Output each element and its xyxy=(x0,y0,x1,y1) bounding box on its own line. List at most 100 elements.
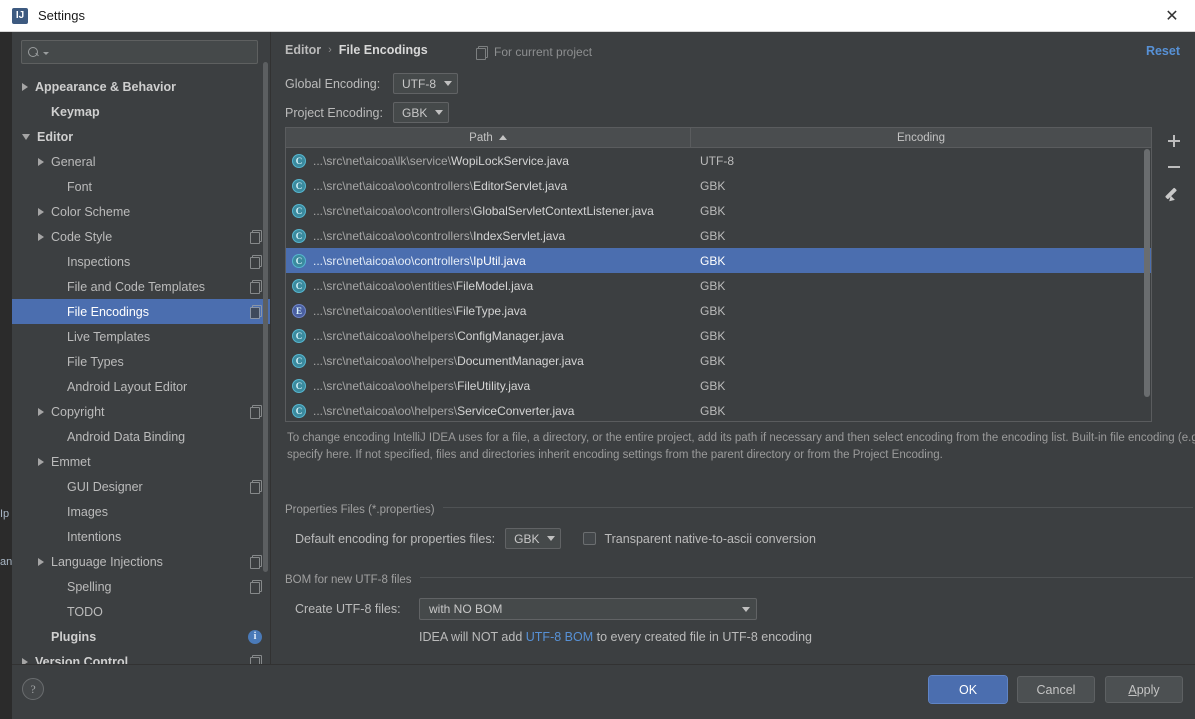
chevron-down-icon xyxy=(742,606,750,612)
edit-button[interactable] xyxy=(1161,180,1187,206)
table-cell-path: E ...\src\net\aicoa\oo\entities\FileType.… xyxy=(286,303,691,318)
ok-button[interactable]: OK xyxy=(928,675,1008,704)
sidebar-item-android-layout-editor[interactable]: Android Layout Editor xyxy=(12,374,270,399)
reset-link[interactable]: Reset xyxy=(1146,44,1180,58)
sidebar-item-android-data-binding[interactable]: Android Data Binding xyxy=(12,424,270,449)
table-row[interactable]: C ...\src\net\aicoa\oo\helpers\FileUtilit… xyxy=(286,373,1151,398)
sidebar-item-todo[interactable]: TODO xyxy=(12,599,270,624)
sidebar-item-label: General xyxy=(51,154,96,169)
table-row[interactable]: C ...\src\net\aicoa\oo\entities\FileModel… xyxy=(286,273,1151,298)
sidebar-scrollbar[interactable] xyxy=(263,62,268,572)
default-properties-encoding-select[interactable]: GBK xyxy=(505,528,562,549)
create-utf8-select[interactable]: with NO BOM xyxy=(419,598,757,620)
sidebar-item-keymap[interactable]: Keymap xyxy=(12,99,270,124)
breadcrumb-parent[interactable]: Editor xyxy=(285,43,321,57)
sidebar-item-emmet[interactable]: Emmet xyxy=(12,449,270,474)
table-cell-path: C ...\src\net\aicoa\oo\helpers\ServiceCon… xyxy=(286,403,691,418)
sidebar-item-appearance-behavior[interactable]: Appearance & Behavior xyxy=(12,74,270,99)
chevron-down-icon xyxy=(435,110,444,115)
table-row[interactable]: C ...\src\net\aicoa\oo\helpers\ConfigMana… xyxy=(286,323,1151,348)
cancel-button[interactable]: Cancel xyxy=(1017,676,1095,703)
sidebar-item-gui-designer[interactable]: GUI Designer xyxy=(12,474,270,499)
file-path-text: ...\src\net\aicoa\oo\controllers\IndexSe… xyxy=(313,229,565,243)
search-input[interactable] xyxy=(53,45,251,59)
sidebar-item-label: File Encodings xyxy=(67,304,149,319)
chevron-down-icon[interactable] xyxy=(22,133,30,140)
chevron-down-icon xyxy=(547,536,556,541)
sidebar-item-label: Copyright xyxy=(51,404,105,419)
table-row[interactable]: C ...\src\net\aicoa\oo\controllers\Editor… xyxy=(286,173,1151,198)
close-icon[interactable]: ✕ xyxy=(1149,0,1195,32)
sidebar-item-code-style[interactable]: Code Style xyxy=(12,224,270,249)
chevron-right-icon[interactable] xyxy=(22,82,28,91)
table-scrollbar[interactable] xyxy=(1144,149,1150,397)
sidebar-item-live-templates[interactable]: Live Templates xyxy=(12,324,270,349)
class-icon: C xyxy=(292,178,306,193)
chevron-right-icon[interactable] xyxy=(38,207,44,216)
sidebar-item-intentions[interactable]: Intentions xyxy=(12,524,270,549)
chevron-right-icon[interactable] xyxy=(38,407,44,416)
table-cell-path: C ...\src\net\aicoa\oo\helpers\DocumentMa… xyxy=(286,353,691,368)
global-encoding-row: Global Encoding: UTF-8 xyxy=(285,73,458,94)
table-row[interactable]: C ...\src\net\aicoa\oo\controllers\IpUtil… xyxy=(286,248,1151,273)
sidebar-item-inspections[interactable]: Inspections xyxy=(12,249,270,274)
file-name: FileType.java xyxy=(455,303,527,318)
chevron-right-icon[interactable] xyxy=(38,232,44,241)
global-encoding-select[interactable]: UTF-8 xyxy=(393,73,458,94)
background-snippet-0: Ip xyxy=(0,508,10,520)
sidebar-item-plugins[interactable]: Plugins i xyxy=(12,624,270,649)
table-row[interactable]: E ...\src\net\aicoa\oo\entities\FileType.… xyxy=(286,298,1151,323)
file-path-text: ...\src\net\aicoa\oo\entities\FileType.j… xyxy=(313,304,526,318)
column-header-path[interactable]: Path xyxy=(286,128,691,147)
sidebar-item-color-scheme[interactable]: Color Scheme xyxy=(12,199,270,224)
sidebar-item-label: Android Data Binding xyxy=(67,429,186,444)
chevron-down-icon xyxy=(444,81,452,86)
transparent-conversion-checkbox[interactable]: Transparent native-to-ascii conversion xyxy=(583,531,816,546)
bom-group-title: BOM for new UTF-8 files xyxy=(285,574,420,586)
sidebar-item-label: Plugins xyxy=(51,629,97,644)
file-path-text: ...\src\net\aicoa\oo\helpers\ConfigManag… xyxy=(313,329,564,343)
table-cell-encoding: GBK xyxy=(700,178,726,193)
settings-sidebar: Appearance & Behavior Keymap Editor General… xyxy=(12,32,270,669)
chevron-right-icon[interactable] xyxy=(38,157,44,166)
pencil-icon xyxy=(1167,186,1182,201)
sidebar-item-label: Code Style xyxy=(51,229,113,244)
sidebar-item-copyright[interactable]: Copyright xyxy=(12,399,270,424)
table-row[interactable]: C ...\src\net\aicoa\oo\helpers\ServiceCon… xyxy=(286,398,1151,422)
table-row[interactable]: C ...\src\net\aicoa\oo\controllers\IndexS… xyxy=(286,223,1151,248)
column-header-encoding[interactable]: Encoding xyxy=(691,128,1151,147)
remove-button[interactable] xyxy=(1161,154,1187,180)
apply-button[interactable]: Apply xyxy=(1105,676,1183,703)
bom-group: BOM for new UTF-8 files Create UTF-8 fil… xyxy=(285,570,1193,644)
add-button[interactable] xyxy=(1161,128,1187,154)
breadcrumb-current: File Encodings xyxy=(338,43,428,57)
project-encoding-select[interactable]: GBK xyxy=(393,102,450,123)
sidebar-item-file-types[interactable]: File Types xyxy=(12,349,270,374)
sidebar-item-file-encodings[interactable]: File Encodings xyxy=(12,299,270,324)
sidebar-item-spelling[interactable]: Spelling xyxy=(12,574,270,599)
sidebar-item-general[interactable]: General xyxy=(12,149,270,174)
chevron-right-icon[interactable] xyxy=(38,457,44,466)
file-path-prefix: ...\src\net\aicoa\oo\helpers\ xyxy=(313,403,458,418)
sidebar-item-label: Spelling xyxy=(67,579,112,594)
sidebar-item-label: Color Scheme xyxy=(51,204,131,219)
window-titlebar: IJ Settings ✕ xyxy=(0,0,1195,32)
create-utf8-label: Create UTF-8 files: xyxy=(295,602,401,616)
table-row[interactable]: C ...\src\net\aicoa\oo\controllers\Global… xyxy=(286,198,1151,223)
table-row[interactable]: C ...\src\net\aicoa\lk\service\WopiLockSe… xyxy=(286,148,1151,173)
table-row[interactable]: C ...\src\net\aicoa\oo\helpers\DocumentMa… xyxy=(286,348,1151,373)
bom-note-prefix: IDEA will NOT add xyxy=(419,630,526,644)
sidebar-item-images[interactable]: Images xyxy=(12,499,270,524)
sidebar-item-language-injections[interactable]: Language Injections xyxy=(12,549,270,574)
transparent-conversion-label: Transparent native-to-ascii conversion xyxy=(604,531,816,546)
sidebar-item-editor[interactable]: Editor xyxy=(12,124,270,149)
search-box[interactable] xyxy=(21,40,258,64)
help-button[interactable]: ? xyxy=(22,678,44,700)
file-path-text: ...\src\net\aicoa\oo\helpers\FileUtility… xyxy=(313,379,530,393)
utf8-bom-link[interactable]: UTF-8 BOM xyxy=(526,630,593,644)
sidebar-item-font[interactable]: Font xyxy=(12,174,270,199)
chevron-right-icon[interactable] xyxy=(38,557,44,566)
sidebar-item-file-and-code-templates[interactable]: File and Code Templates xyxy=(12,274,270,299)
sidebar-item-label: Keymap xyxy=(51,104,100,119)
file-path-prefix: ...\src\net\aicoa\oo\helpers\ xyxy=(313,378,458,393)
